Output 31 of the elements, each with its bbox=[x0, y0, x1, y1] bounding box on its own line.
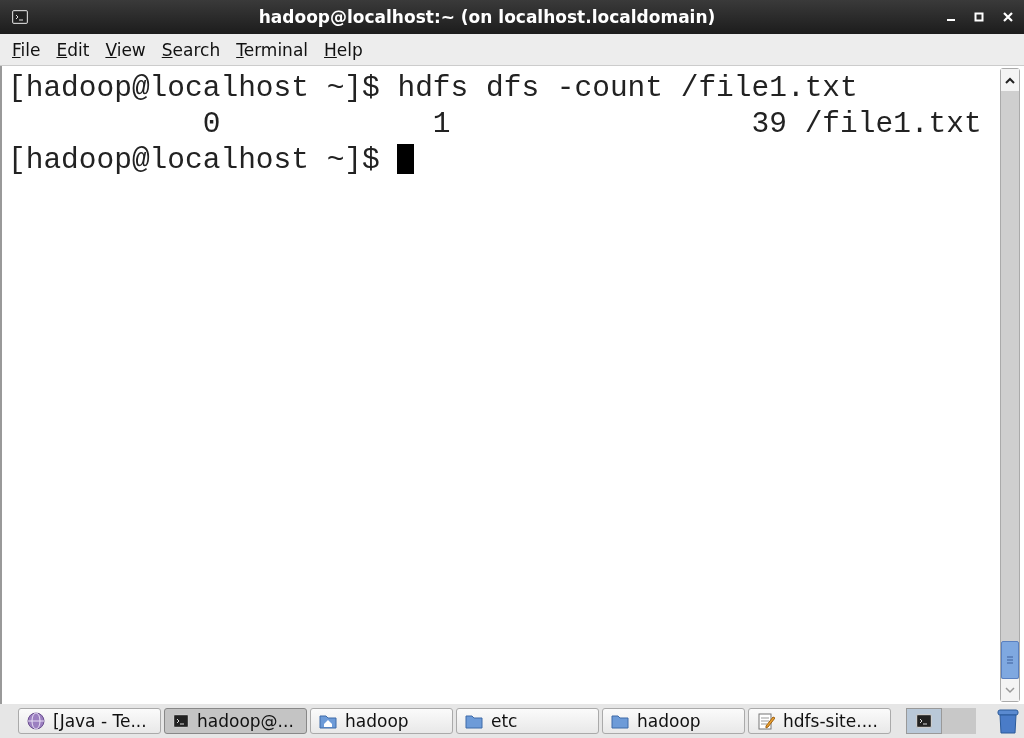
terminal-icon bbox=[916, 714, 932, 728]
maximize-icon[interactable] bbox=[974, 12, 984, 22]
terminal-output: 0 1 39 /file1.txt bbox=[201, 107, 982, 141]
window-title: hadoop@localhost:~ (on localhost.localdomain) bbox=[257, 7, 717, 27]
taskbar-button[interactable]: [Java - Te... bbox=[18, 708, 161, 734]
text-editor-icon bbox=[757, 712, 775, 730]
globe-icon bbox=[27, 712, 45, 730]
close-icon[interactable] bbox=[1002, 11, 1014, 23]
terminal-command: hdfs dfs -count /file1.txt bbox=[397, 71, 858, 105]
folder-icon bbox=[611, 713, 629, 729]
taskbar-button[interactable]: hadoop bbox=[602, 708, 745, 734]
menu-item[interactable]: Edit bbox=[48, 37, 98, 62]
taskbar-button[interactable]: hadoop@... bbox=[164, 708, 307, 734]
menu-item[interactable]: Terminal bbox=[228, 37, 317, 62]
taskbar-button[interactable]: etc bbox=[456, 708, 599, 734]
terminal-icon bbox=[12, 10, 28, 24]
trash-icon[interactable] bbox=[996, 708, 1020, 734]
menu-item[interactable]: Help bbox=[316, 37, 371, 62]
home-folder-icon bbox=[319, 713, 337, 729]
taskbar-button[interactable]: hadoop bbox=[310, 708, 453, 734]
terminal-prompt: [hadoop@localhost ~]$ bbox=[8, 143, 380, 177]
scrollbar-thumb[interactable] bbox=[1001, 641, 1019, 679]
folder-icon bbox=[465, 713, 483, 729]
terminal-icon bbox=[173, 714, 189, 728]
workspace-switcher[interactable] bbox=[906, 708, 976, 734]
scrollbar[interactable] bbox=[1000, 68, 1020, 702]
menu-item[interactable]: Search bbox=[153, 37, 229, 62]
taskbar-button[interactable]: hdfs-site.... bbox=[748, 708, 891, 734]
menu-item[interactable]: View bbox=[97, 37, 154, 62]
menu-item[interactable]: File bbox=[4, 37, 49, 62]
terminal-prompt: [hadoop@localhost ~]$ bbox=[8, 71, 380, 105]
